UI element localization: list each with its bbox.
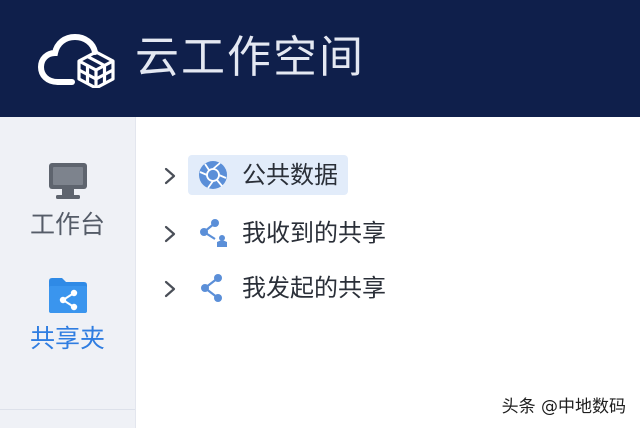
tree-node-selected[interactable]: 公共数据 [188, 155, 348, 195]
share-icon [201, 274, 222, 302]
sidebar-item-label: 工作台 [29, 210, 105, 239]
tree-node-label: 我发起的共享 [242, 274, 386, 302]
chevron-right-icon[interactable] [162, 224, 178, 244]
app-title: 云工作空间 [135, 32, 365, 83]
tree-node-initiated-shares[interactable]: 我发起的共享 [136, 267, 640, 311]
aperture-icon [199, 161, 227, 189]
folder-tree: 公共数据 我收到的共享 我发起的共享 [136, 117, 640, 428]
watermark: 头条 @中地数码 [501, 397, 626, 417]
sidebar-item-workbench[interactable]: 工作台 [0, 159, 135, 240]
tree-node[interactable]: 我收到的共享 [188, 213, 396, 253]
tree-node[interactable]: 我发起的共享 [188, 268, 396, 308]
app-header: 云工作空间 [0, 0, 640, 117]
shared-folder-icon [48, 278, 87, 313]
chevron-right-icon[interactable] [162, 166, 178, 186]
tree-node-label: 公共数据 [242, 161, 338, 189]
sidebar: 工作台 共享夹 [0, 117, 136, 428]
tree-node-received-shares[interactable]: 我收到的共享 [136, 212, 640, 256]
share-received-icon [200, 219, 227, 247]
tree-node-label: 我收到的共享 [242, 219, 386, 247]
chevron-right-icon[interactable] [162, 279, 178, 299]
cloud-cube-logo-icon [38, 33, 115, 88]
app-window: 云工作空间 工作台 共享夹 公共数据 我收到的共享 我发起的共享 头条 @中地数… [0, 0, 640, 428]
monitor-icon [48, 163, 87, 199]
sidebar-item-shared-folder[interactable]: 共享夹 [0, 273, 135, 354]
sidebar-item-label: 共享夹 [29, 324, 105, 353]
tree-node-public-data[interactable]: 公共数据 [136, 154, 640, 198]
divider [0, 409, 135, 410]
